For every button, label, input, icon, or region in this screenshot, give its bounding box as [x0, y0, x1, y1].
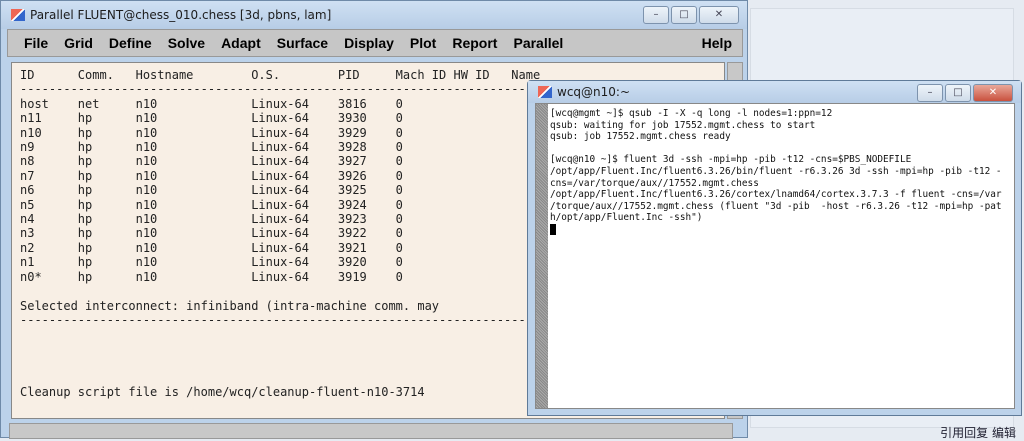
terminal-minimize-button[interactable]: – — [917, 84, 943, 102]
menu-help[interactable]: Help — [702, 35, 732, 51]
terminal-close-button[interactable]: ✕ — [973, 84, 1013, 102]
terminal-body[interactable]: [wcq@mgmt ~]$ qsub -I -X -q long -l node… — [535, 103, 1015, 409]
fluent-app-icon — [11, 9, 25, 21]
menu-bar: File Grid Define Solve Adapt Surface Dis… — [7, 29, 743, 57]
terminal-cursor — [550, 223, 556, 235]
menu-file[interactable]: File — [24, 35, 48, 51]
minimize-button[interactable]: – — [643, 6, 669, 24]
terminal-title: wcq@n10:~ — [557, 85, 631, 99]
menu-define[interactable]: Define — [109, 35, 152, 51]
maximize-button[interactable]: □ — [671, 6, 697, 24]
terminal-window: wcq@n10:~ – □ ✕ [wcq@mgmt ~]$ qsub -I -X… — [527, 80, 1022, 416]
menu-report[interactable]: Report — [452, 35, 497, 51]
terminal-title-bar[interactable]: wcq@n10:~ – □ ✕ — [528, 81, 1021, 103]
menu-surface[interactable]: Surface — [277, 35, 328, 51]
console-horizontal-scrollbar[interactable] — [9, 423, 733, 439]
quote-reply-edit-links[interactable]: 引用回复 编辑 — [940, 424, 1016, 441]
menu-grid[interactable]: Grid — [64, 35, 93, 51]
fluent-title-bar[interactable]: Parallel FLUENT@chess_010.chess [3d, pbn… — [1, 1, 747, 29]
terminal-scrollbar[interactable] — [536, 104, 548, 408]
menu-solve[interactable]: Solve — [168, 35, 205, 51]
menu-adapt[interactable]: Adapt — [221, 35, 261, 51]
terminal-output: [wcq@mgmt ~]$ qsub -I -X -q long -l node… — [550, 108, 1002, 224]
close-button[interactable]: ✕ — [699, 6, 739, 24]
menu-plot[interactable]: Plot — [410, 35, 436, 51]
window-title: Parallel FLUENT@chess_010.chess [3d, pbn… — [30, 8, 332, 22]
terminal-maximize-button[interactable]: □ — [945, 84, 971, 102]
menu-display[interactable]: Display — [344, 35, 394, 51]
menu-parallel[interactable]: Parallel — [513, 35, 563, 51]
terminal-app-icon — [538, 86, 552, 98]
